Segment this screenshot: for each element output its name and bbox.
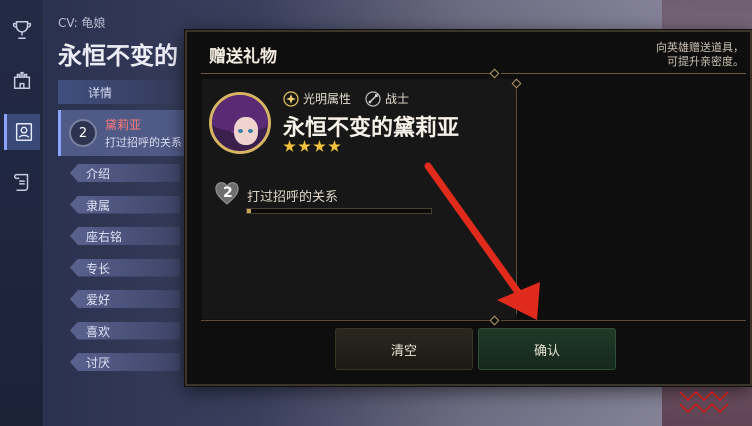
dialog-hint-line2: 可提升亲密度。 [667,55,744,68]
trophy-icon[interactable] [4,12,40,48]
role-label: 战士 [385,92,410,106]
portrait-icon[interactable] [4,114,40,150]
attribute-label: 光明属性 [303,92,352,106]
background-info-menu: 介绍 隶属 座右铭 专长 爱好 喜欢 讨厌 [70,164,180,385]
left-navigation-rail [0,0,44,426]
star-icon [283,140,296,152]
hero-star-rating [283,140,341,153]
tab-details[interactable]: 详情 [58,80,188,104]
relationship-label: 打过招呼的关系 [247,190,339,205]
relationship-progress-bar [246,208,432,214]
hero-avatar [209,92,271,154]
confirm-button[interactable]: 确认 [478,328,616,370]
menu-item-dislikes[interactable]: 讨厌 [70,353,180,371]
clear-button[interactable]: 清空 [335,328,473,370]
dialog-hint-line1: 向英雄赠送道具， [656,41,744,54]
hero-attributes: 光明属性 战士 [283,90,409,107]
cv-label: CV: 龟娘 [58,16,106,30]
star-icon [328,140,341,152]
menu-item-motto[interactable]: 座右铭 [70,227,180,245]
dialog-hint: 向英雄赠送道具， 可提升亲密度。 [656,41,744,69]
gift-dialog: 赠送礼物 向英雄赠送道具， 可提升亲密度。 光明属性 战士 永恒不变的黛莉亚 2… [185,30,752,386]
hero-name: 永恒不变的黛莉亚 [283,116,460,141]
menu-item-specialty[interactable]: 专长 [70,258,180,277]
relationship-level: 2 [223,185,233,201]
title-divider [201,68,746,79]
relationship-status: 打过招呼的关系 [105,136,182,149]
background-hero-card[interactable]: 2 黛莉亚 打过招呼的关系 [58,110,188,156]
warrior-role-icon [365,90,381,107]
background-title: 永恒不变的 [58,42,178,70]
menu-item-affiliation[interactable]: 隶属 [70,195,180,214]
light-attribute-icon [283,90,299,107]
bottom-divider [201,315,746,326]
menu-item-likes[interactable]: 喜欢 [70,321,180,340]
star-icon [313,140,326,152]
relationship-progress-fill [247,209,251,213]
menu-item-intro[interactable]: 介绍 [70,164,180,182]
hero-short-name: 黛莉亚 [105,118,142,132]
dialog-title: 赠送礼物 [209,47,277,67]
menu-item-hobby[interactable]: 爱好 [70,290,180,308]
relationship-level-badge: 2 [69,119,97,147]
star-icon [298,140,311,152]
vertical-divider [516,84,517,314]
scroll-icon[interactable] [4,164,40,200]
castle-icon[interactable] [4,62,40,98]
